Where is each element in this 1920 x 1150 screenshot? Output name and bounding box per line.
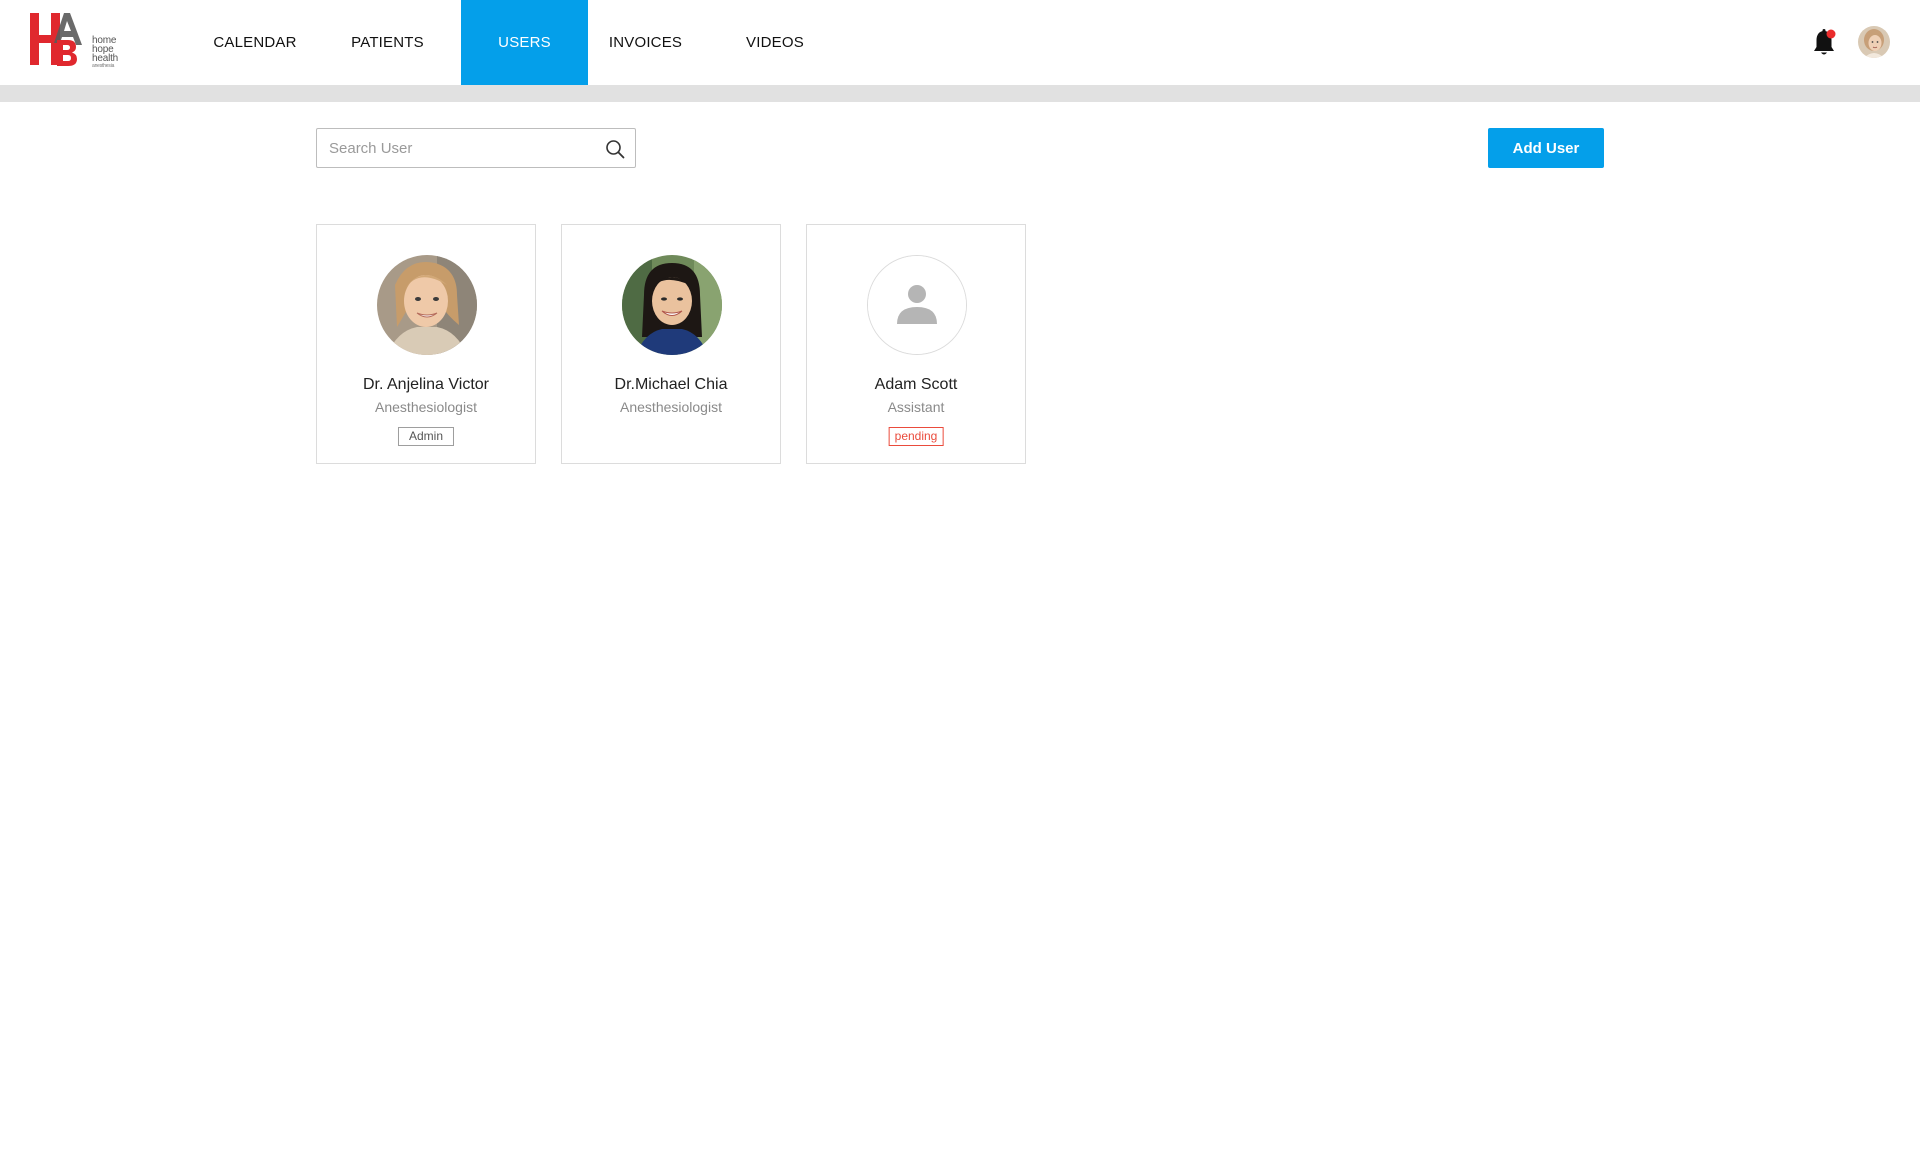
placeholder-person-icon <box>868 256 966 354</box>
user-name: Dr.Michael Chia <box>614 376 728 393</box>
nav-tab-calendar[interactable]: CALENDAR <box>196 0 314 85</box>
user-role: Anesthesiologist <box>375 399 477 415</box>
search-input[interactable] <box>317 129 597 167</box>
avatar[interactable] <box>1858 26 1890 58</box>
top-bar: home hope health anesthesia CALENDAR PAT… <box>0 0 1920 85</box>
role-badge-admin: Admin <box>397 427 455 446</box>
user-avatar <box>622 255 722 355</box>
user-card-list: Dr. Anjelina Victor Anesthesiologist Adm… <box>316 224 1026 464</box>
user-card[interactable]: Dr.Michael Chia Anesthesiologist <box>561 224 781 464</box>
user-photo <box>622 255 722 355</box>
user-avatar <box>867 255 967 355</box>
bell-icon <box>1814 29 1836 55</box>
main-nav: CALENDAR PATIENTS USERS INVOICES VIDEOS <box>196 0 847 85</box>
nav-tab-users[interactable]: USERS <box>461 0 588 85</box>
user-avatar <box>377 255 477 355</box>
user-role: Anesthesiologist <box>620 399 722 415</box>
nav-tab-invoices[interactable]: INVOICES <box>588 0 703 85</box>
user-name: Adam Scott <box>874 376 958 393</box>
header-divider <box>0 85 1920 102</box>
user-card[interactable]: Dr. Anjelina Victor Anesthesiologist Adm… <box>316 224 536 464</box>
user-name: Dr. Anjelina Victor <box>363 376 489 393</box>
notification-dot <box>1826 29 1836 39</box>
brand-logo[interactable]: home hope health anesthesia <box>30 13 122 70</box>
status-badge-pending: pending <box>888 427 944 446</box>
user-photo <box>377 255 477 355</box>
user-role: Assistant <box>887 399 945 415</box>
notification-button[interactable] <box>1812 28 1838 58</box>
nav-tab-videos[interactable]: VIDEOS <box>703 0 847 85</box>
user-card[interactable]: Adam Scott Assistant pending <box>806 224 1026 464</box>
profile-photo <box>1858 26 1890 58</box>
search-box <box>316 128 636 168</box>
logo-tagline: home hope health anesthesia <box>92 35 119 70</box>
search-icon[interactable] <box>605 139 625 159</box>
nav-tab-patients[interactable]: PATIENTS <box>314 0 461 85</box>
add-user-button[interactable]: Add User <box>1488 128 1604 168</box>
